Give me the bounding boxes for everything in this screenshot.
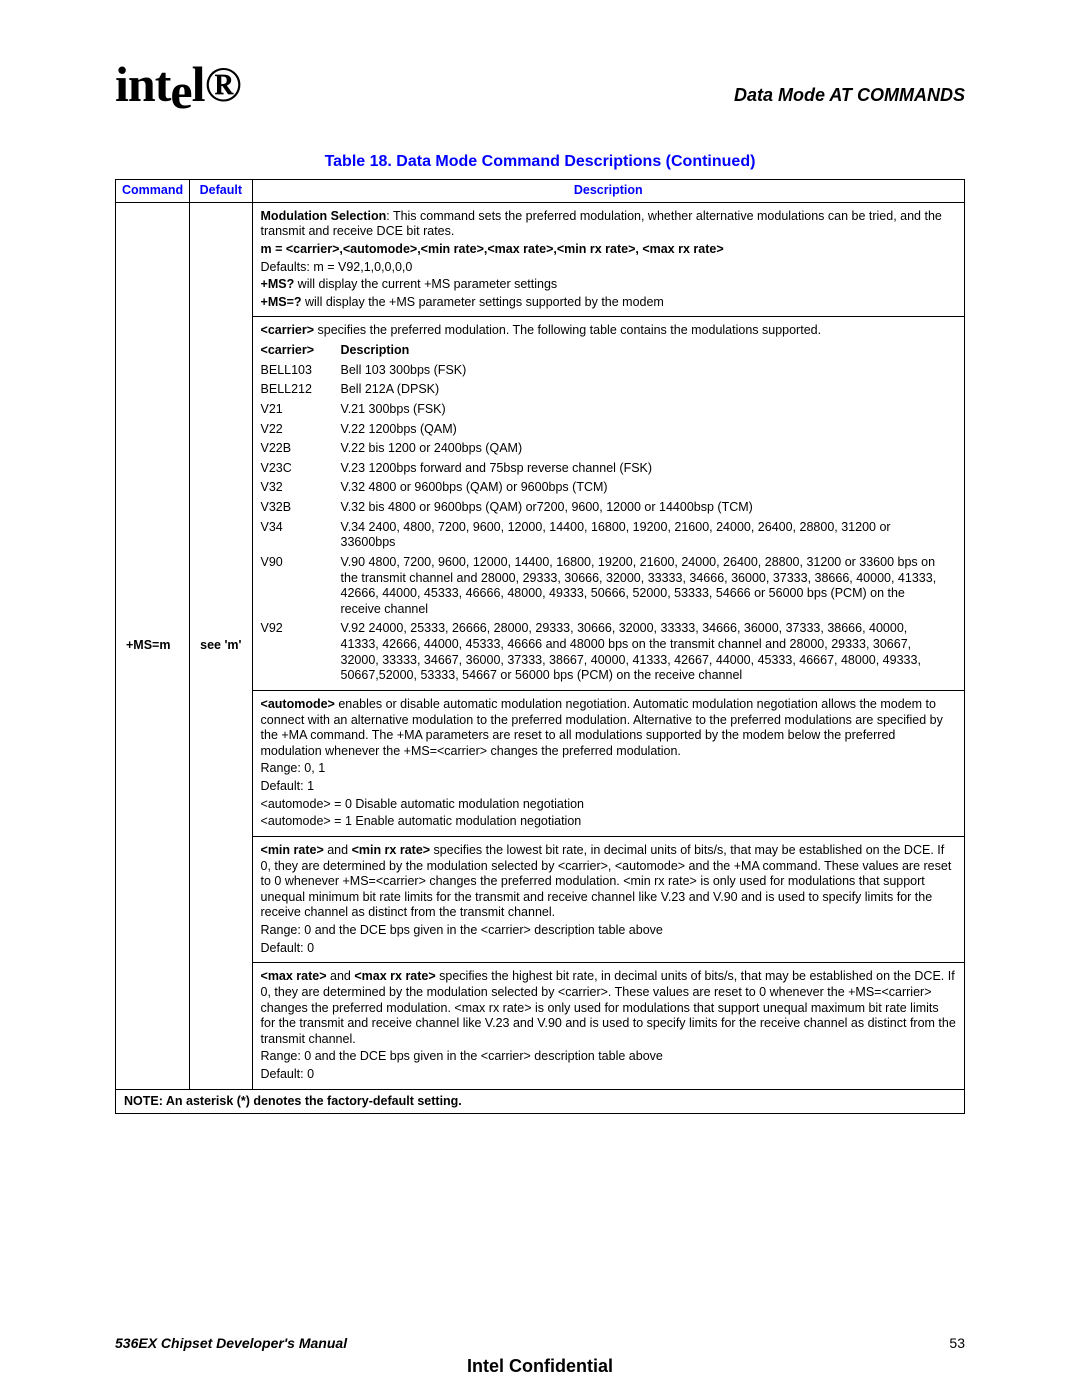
carrier-table: <carrier>Description BELL103Bell 103 300… bbox=[261, 341, 956, 686]
page-number: 53 bbox=[949, 1335, 965, 1351]
carrier-row: BELL212Bell 212A (DPSK) bbox=[261, 380, 956, 400]
carrier-desc: V.21 300bps (FSK) bbox=[341, 400, 956, 420]
max-rate-section: <max rate> and <max rx rate> specifies t… bbox=[253, 963, 964, 1088]
automode-lead: <automode> bbox=[261, 697, 335, 711]
page-footer: 536EX Chipset Developer's Manual 53 bbox=[115, 1335, 965, 1351]
defaults-line: Defaults: m = V92,1,0,0,0,0 bbox=[261, 260, 956, 276]
carrier-code: V92 bbox=[261, 619, 341, 686]
carrier-row: BELL103Bell 103 300bps (FSK) bbox=[261, 361, 956, 381]
col-default: Default bbox=[190, 180, 252, 203]
carrier-row: V22BV.22 bis 1200 or 2400bps (QAM) bbox=[261, 439, 956, 459]
min-lead2: <min rx rate> bbox=[352, 843, 431, 857]
carrier-row: V23CV.23 1200bps forward and 75bsp rever… bbox=[261, 459, 956, 479]
min-rate-section: <min rate> and <min rx rate> specifies t… bbox=[253, 837, 964, 963]
carrier-desc: V.34 2400, 4800, 7200, 9600, 12000, 1440… bbox=[341, 518, 956, 553]
table-header-row: Command Default Description bbox=[116, 180, 965, 203]
inner-hdr-desc: Description bbox=[341, 341, 956, 361]
carrier-code: V34 bbox=[261, 518, 341, 553]
carrier-code: BELL212 bbox=[261, 380, 341, 400]
carrier-row: V92V.92 24000, 25333, 26666, 28000, 2933… bbox=[261, 619, 956, 686]
intro-lead: Modulation Selection bbox=[261, 209, 387, 223]
carrier-desc: V.32 4800 or 9600bps (QAM) or 9600bps (T… bbox=[341, 478, 956, 498]
min-mid: and bbox=[324, 843, 352, 857]
carrier-desc: V.90 4800, 7200, 9600, 12000, 14400, 168… bbox=[341, 553, 956, 620]
intro-section: Modulation Selection: This command sets … bbox=[253, 203, 964, 318]
carrier-row: V34V.34 2400, 4800, 7200, 9600, 12000, 1… bbox=[261, 518, 956, 553]
msq-lead: +MS? bbox=[261, 277, 295, 291]
min-default: Default: 0 bbox=[261, 941, 956, 957]
carrier-code: V22B bbox=[261, 439, 341, 459]
carrier-desc: V.23 1200bps forward and 75bsp reverse c… bbox=[341, 459, 956, 479]
confidential-label: Intel Confidential bbox=[0, 1356, 1080, 1377]
msq-rest: will display the current +MS parameter s… bbox=[294, 277, 557, 291]
carrier-row: V22V.22 1200bps (QAM) bbox=[261, 420, 956, 440]
inner-hdr-carrier: <carrier> bbox=[261, 341, 341, 361]
max-default: Default: 0 bbox=[261, 1067, 956, 1083]
carrier-row: V90V.90 4800, 7200, 9600, 12000, 14400, … bbox=[261, 553, 956, 620]
carrier-desc: V.22 1200bps (QAM) bbox=[341, 420, 956, 440]
m-syntax: m = <carrier>,<automode>,<min rate>,<max… bbox=[261, 242, 956, 258]
automode-1: <automode> = 1 Enable automatic modulati… bbox=[261, 814, 956, 830]
carrier-code: V21 bbox=[261, 400, 341, 420]
min-range: Range: 0 and the DCE bps given in the <c… bbox=[261, 923, 956, 939]
automode-default: Default: 1 bbox=[261, 779, 956, 795]
mseq-rest: will display the +MS parameter settings … bbox=[302, 295, 664, 309]
mseq-lead: +MS=? bbox=[261, 295, 302, 309]
carrier-rest: specifies the preferred modulation. The … bbox=[314, 323, 821, 337]
default-cell: see 'm' bbox=[190, 202, 252, 1089]
note-cell: NOTE: An asterisk (*) denotes the factor… bbox=[116, 1089, 965, 1114]
carrier-row: V32V.32 4800 or 9600bps (QAM) or 9600bps… bbox=[261, 478, 956, 498]
note-row: NOTE: An asterisk (*) denotes the factor… bbox=[116, 1089, 965, 1114]
intel-logo: intel® bbox=[115, 55, 237, 113]
carrier-desc: V.32 bis 4800 or 9600bps (QAM) or7200, 9… bbox=[341, 498, 956, 518]
automode-range: Range: 0, 1 bbox=[261, 761, 956, 777]
carrier-desc: V.22 bis 1200 or 2400bps (QAM) bbox=[341, 439, 956, 459]
table-row: +MS=m see 'm' Modulation Selection: This… bbox=[116, 202, 965, 1089]
carrier-desc: V.92 24000, 25333, 26666, 28000, 29333, … bbox=[341, 619, 956, 686]
min-lead1: <min rate> bbox=[261, 843, 324, 857]
carrier-code: V22 bbox=[261, 420, 341, 440]
carrier-lead: <carrier> bbox=[261, 323, 315, 337]
carrier-desc: Bell 103 300bps (FSK) bbox=[341, 361, 956, 381]
automode-rest: enables or disable automatic modulation … bbox=[261, 697, 943, 758]
col-description: Description bbox=[252, 180, 964, 203]
carrier-code: V23C bbox=[261, 459, 341, 479]
carrier-row: V32BV.32 bis 4800 or 9600bps (QAM) or720… bbox=[261, 498, 956, 518]
automode-0: <automode> = 0 Disable automatic modulat… bbox=[261, 797, 956, 813]
command-table: Command Default Description +MS=m see 'm… bbox=[115, 179, 965, 1114]
carrier-code: V32 bbox=[261, 478, 341, 498]
carrier-code: V90 bbox=[261, 553, 341, 620]
col-command: Command bbox=[116, 180, 190, 203]
carrier-section: <carrier> specifies the preferred modula… bbox=[253, 317, 964, 691]
max-lead1: <max rate> bbox=[261, 969, 327, 983]
carrier-code: BELL103 bbox=[261, 361, 341, 381]
automode-section: <automode> enables or disable automatic … bbox=[253, 691, 964, 837]
carrier-row: V21V.21 300bps (FSK) bbox=[261, 400, 956, 420]
carrier-code: V32B bbox=[261, 498, 341, 518]
description-cell: Modulation Selection: This command sets … bbox=[252, 202, 964, 1089]
table-caption: Table 18. Data Mode Command Descriptions… bbox=[115, 153, 965, 171]
manual-title: 536EX Chipset Developer's Manual bbox=[115, 1335, 347, 1351]
chapter-title: Data Mode AT COMMANDS bbox=[734, 85, 965, 106]
command-cell: +MS=m bbox=[116, 202, 190, 1089]
max-range: Range: 0 and the DCE bps given in the <c… bbox=[261, 1049, 956, 1065]
max-mid: and bbox=[327, 969, 355, 983]
page-header: intel® Data Mode AT COMMANDS bbox=[115, 55, 965, 113]
max-lead2: <max rx rate> bbox=[354, 969, 435, 983]
carrier-desc: Bell 212A (DPSK) bbox=[341, 380, 956, 400]
